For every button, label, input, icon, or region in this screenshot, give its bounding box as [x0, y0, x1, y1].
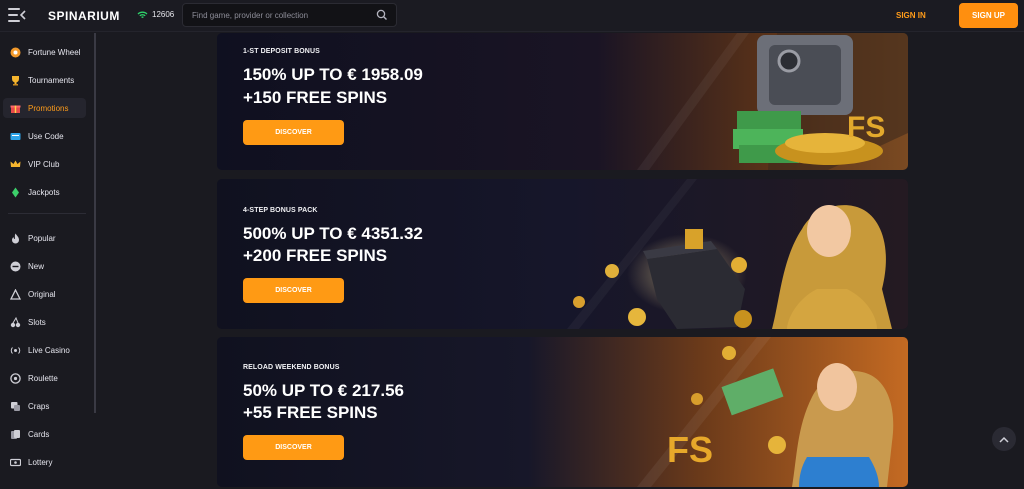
crown-icon — [9, 158, 21, 170]
sidebar-item-label: Live Casino — [28, 345, 70, 355]
promo-headline: 150% UP TO € 1958.09 — [243, 65, 423, 84]
promo-banner-bonus-pack: 4-STEP BONUS PACK 500% UP TO € 4351.32 +… — [217, 179, 908, 329]
online-count: 12606 — [152, 10, 175, 19]
new-icon — [9, 260, 21, 272]
online-counter: 12606 — [137, 10, 174, 19]
promo-banner-reload-weekend: FS RELOAD WEEKEND BONUS 50% UP TO € 217.… — [217, 337, 908, 487]
gift-icon — [9, 102, 21, 114]
svg-text:FS: FS — [847, 111, 885, 144]
sidebar-item-use-code[interactable]: Use Code — [3, 126, 86, 146]
sidebar-item-tournaments[interactable]: Tournaments — [3, 70, 86, 90]
sidebar-item-label: Fortune Wheel — [28, 47, 81, 57]
sidebar-item-promotions[interactable]: Promotions — [3, 98, 86, 118]
discover-button[interactable]: DISCOVER — [243, 120, 344, 145]
sidebar-item-slots[interactable]: Slots — [3, 312, 86, 332]
promo-subheadline: +200 FREE SPINS — [243, 246, 388, 265]
promo-kicker: RELOAD WEEKEND BONUS — [243, 364, 340, 371]
promo-subheadline: +55 FREE SPINS — [243, 403, 378, 422]
wifi-icon — [137, 11, 148, 18]
sidebar-item-label: VIP Club — [28, 159, 60, 169]
sidebar-item-label: Promotions — [28, 103, 69, 113]
sidebar-item-craps[interactable]: Craps — [3, 396, 86, 416]
svg-text:FS: FS — [667, 429, 713, 470]
sidebar-item-label: Jackpots — [28, 187, 60, 197]
sign-up-button[interactable]: SIGN UP — [959, 3, 1018, 28]
sidebar-item-popular[interactable]: Popular — [3, 228, 86, 248]
sidebar-item-label: Tournaments — [28, 75, 75, 85]
sidebar-item-label: Slots — [28, 317, 46, 327]
roulette-icon — [9, 372, 21, 384]
sign-in-button[interactable]: SIGN IN — [896, 11, 926, 20]
site-logo[interactable]: SPINARIUM — [48, 9, 120, 23]
search-input[interactable]: Find game, provider or collection — [182, 3, 397, 27]
sidebar-item-live-casino[interactable]: Live Casino — [3, 340, 86, 360]
sidebar-item-label: Craps — [28, 401, 50, 411]
code-icon — [9, 130, 21, 142]
sidebar-item-label: New — [28, 261, 45, 271]
top-bar: SPINARIUM 12606 Find game, provider or c… — [0, 0, 1024, 32]
sidebar-item-jackpots[interactable]: Jackpots — [3, 182, 86, 202]
scroll-to-top-button[interactable] — [992, 427, 1016, 451]
sidebar-item-label: Popular — [28, 233, 56, 243]
chevron-up-icon — [999, 436, 1009, 443]
sidebar-item-fortune-wheel[interactable]: Fortune Wheel — [3, 42, 86, 62]
sidebar-item-lottery[interactable]: Lottery — [3, 452, 86, 472]
sidebar-item-vip-club[interactable]: VIP Club — [3, 154, 86, 174]
fire-icon — [9, 232, 21, 244]
triangle-icon — [9, 288, 21, 300]
sidebar-item-cards[interactable]: Cards — [3, 424, 86, 444]
sidebar-item-new[interactable]: New — [3, 256, 86, 276]
menu-toggle-button[interactable] — [8, 7, 26, 23]
search-icon[interactable] — [376, 9, 388, 21]
live-icon — [9, 344, 21, 356]
sidebar-item-original[interactable]: Original — [3, 284, 86, 304]
sidebar-divider — [8, 213, 86, 214]
discover-button[interactable]: DISCOVER — [243, 278, 344, 303]
promo-kicker: 4-STEP BONUS PACK — [243, 207, 318, 214]
sidebar-item-label: Original — [28, 289, 56, 299]
promo-headline: 50% UP TO € 217.56 — [243, 381, 404, 400]
discover-button[interactable]: DISCOVER — [243, 435, 344, 460]
dice-icon — [9, 400, 21, 412]
sidebar: Fortune Wheel Tournaments Promotions Use Co… — [0, 33, 96, 489]
promo-kicker: 1-ST DEPOSIT BONUS — [243, 48, 320, 55]
lottery-icon — [9, 456, 21, 468]
diamond-icon — [9, 186, 21, 198]
sidebar-item-roulette[interactable]: Roulette — [3, 368, 86, 388]
cards-icon — [9, 428, 21, 440]
sidebar-item-label: Lottery — [28, 457, 53, 467]
sidebar-scrollbar[interactable] — [94, 33, 96, 413]
promo-headline: 500% UP TO € 4351.32 — [243, 224, 423, 243]
sidebar-item-label: Roulette — [28, 373, 58, 383]
search-placeholder: Find game, provider or collection — [192, 11, 309, 20]
promo-banner-first-deposit: FS 1-ST DEPOSIT BONUS 150% UP TO € 1958.… — [217, 33, 908, 170]
sidebar-item-label: Use Code — [28, 131, 64, 141]
cherry-icon — [9, 316, 21, 328]
promo-subheadline: +150 FREE SPINS — [243, 88, 388, 107]
trophy-icon — [9, 74, 21, 86]
sidebar-item-label: Cards — [28, 429, 50, 439]
wheel-icon — [9, 46, 21, 58]
